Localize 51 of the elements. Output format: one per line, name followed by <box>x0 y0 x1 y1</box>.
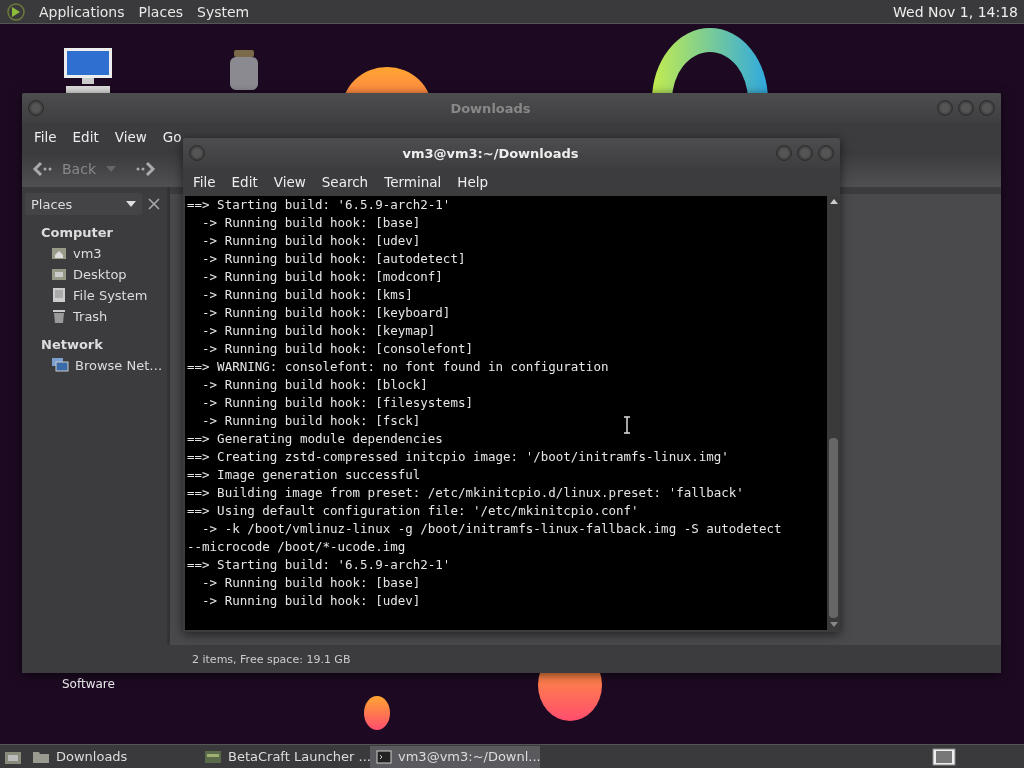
terminal-line: -> Running build hook: [kms] <box>201 286 413 304</box>
sidebar-item[interactable]: Browse Net… <box>25 355 164 376</box>
terminal-line: -> Running build hook: [block] <box>201 376 428 394</box>
menu-item[interactable]: File <box>185 174 224 190</box>
terminal-line: ==> Building image from preset: /etc/mkinitcpio.d/linux.preset: 'fallback' <box>187 484 744 502</box>
menu-item[interactable]: Edit <box>223 174 266 190</box>
terminal-line: -> -k /boot/vmlinuz-linux -g /boot/initramfs-linux-fallback.img -S autodetect <box>201 520 782 538</box>
sidebar-item[interactable]: File System <box>25 285 164 306</box>
places-dropdown[interactable]: Places <box>25 193 142 215</box>
desktop-icon-label[interactable]: Software <box>62 677 115 691</box>
terminal-line: -> Running build hook: [base] <box>201 574 421 592</box>
terminal-line: -> Running build hook: [fsck] <box>201 412 421 430</box>
menu-item[interactable]: Terminal <box>376 174 450 190</box>
sidebar-item[interactable]: Desktop <box>25 264 164 285</box>
panel-menu[interactable]: System <box>190 3 257 20</box>
terminal-line: -> Running build hook: [consolefont] <box>201 340 473 358</box>
sidebar-heading: Computer <box>41 225 115 240</box>
menu-item[interactable]: File <box>26 129 65 145</box>
terminal-line: -> Running build hook: [keyboard] <box>201 304 451 322</box>
sidebar-item[interactable]: vm3 <box>25 243 164 264</box>
terminal-line: ==> Using default configuration file: '/etc/mkinitcpio.conf' <box>187 502 639 520</box>
terminal-line: ==> WARNING: consolefont: no font found in configuration <box>187 358 609 376</box>
terminal-line: ==> Starting build: '6.5.9-arch2-1' <box>187 556 451 574</box>
menu-item[interactable]: Help <box>449 174 497 190</box>
menu-item[interactable]: Edit <box>64 129 107 145</box>
terminal-line: ==> Creating zstd-compressed initcpio image: '/boot/initramfs-linux.img' <box>187 448 729 466</box>
terminal-line: -> Running build hook: [udev] <box>201 232 421 250</box>
taskbar-button[interactable]: Downloads <box>26 745 194 768</box>
terminal-line: -> Running build hook: [keymap] <box>201 322 436 340</box>
terminal-line: -> Running build hook: [filesystems] <box>201 394 473 412</box>
sidebar-heading: Network <box>41 337 104 352</box>
terminal-line: -> Running build hook: [modconf] <box>201 268 443 286</box>
clock[interactable]: Wed Nov 1, 14:18 <box>893 3 1018 20</box>
window-title: vm3@vm3:~/Downloads <box>401 145 580 161</box>
terminal-line: -> Running build hook: [udev] <box>201 592 421 610</box>
terminal-line: --microcode /boot/*-ucode.img <box>187 538 406 556</box>
terminal-line: -> Running build hook: [base] <box>201 214 421 232</box>
menu-item[interactable]: Search <box>313 174 377 190</box>
terminal-line: ==> Image generation successful <box>187 466 421 484</box>
menu-item[interactable]: View <box>106 129 155 145</box>
status-text: 2 items, Free space: 19.1 GB <box>192 652 351 666</box>
menu-item[interactable]: View <box>265 174 314 190</box>
panel-menu[interactable]: Places <box>131 3 191 20</box>
panel-menu[interactable]: Applications <box>32 3 132 20</box>
terminal-line: ==> Generating module dependencies <box>187 430 443 448</box>
taskbar-button[interactable]: vm3@vm3:~/Downl... <box>370 745 540 768</box>
terminal-line: -> Running build hook: [autodetect] <box>201 250 466 268</box>
terminal-line: ==> Starting build: '6.5.9-arch2-1' <box>187 196 451 214</box>
menu-item[interactable]: Go <box>154 129 190 145</box>
window-title: Downloads <box>449 100 532 116</box>
sidebar-item[interactable]: Trash <box>25 306 164 327</box>
